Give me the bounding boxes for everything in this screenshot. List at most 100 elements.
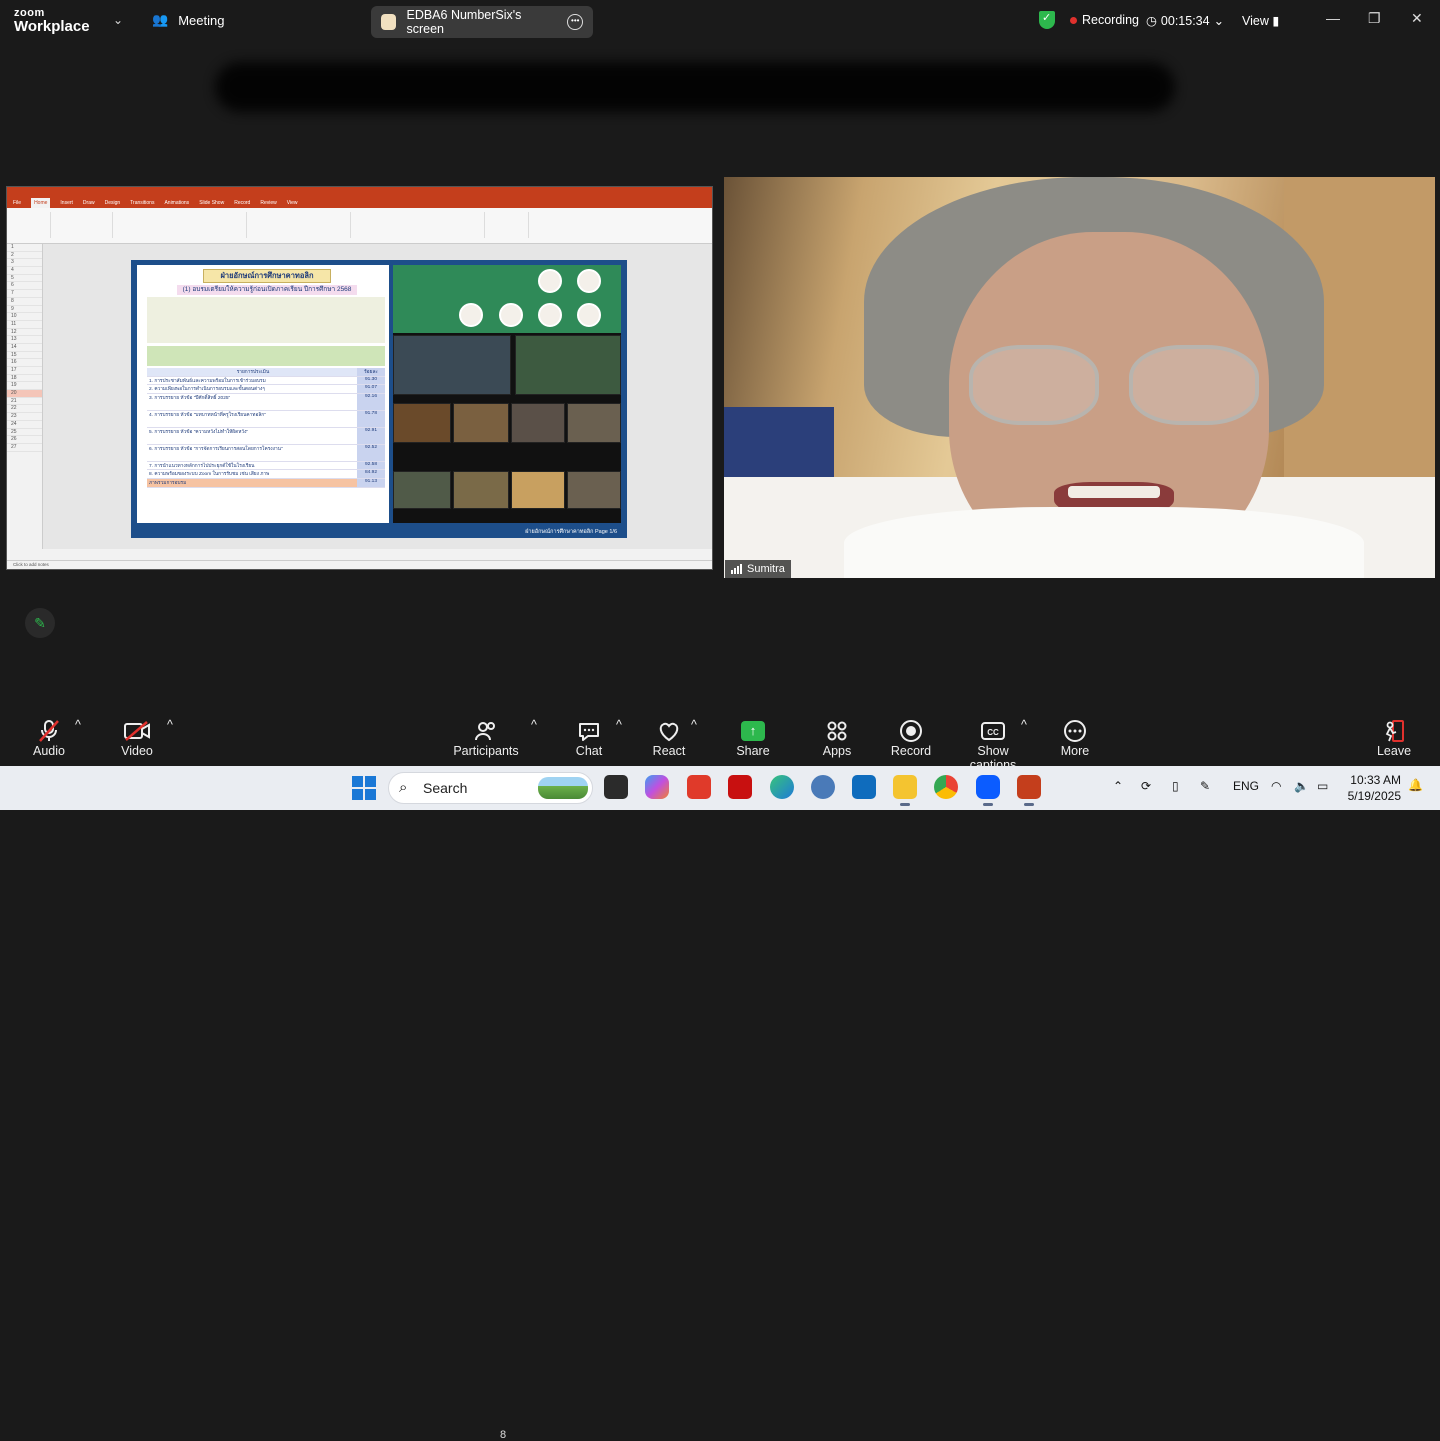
search-icon: ⌕ <box>399 779 408 796</box>
close-icon[interactable]: ✕ <box>1411 10 1423 27</box>
leave-button[interactable]: Leave <box>1376 718 1412 758</box>
speaker-photo <box>538 303 562 327</box>
sync-icon[interactable]: ⟳ <box>1141 779 1151 793</box>
thumb: 27 <box>7 444 42 452</box>
chat-label: Chat <box>575 744 603 758</box>
zoom-logo: zoom Workplace <box>14 6 90 34</box>
thumb: 1 <box>7 244 42 252</box>
wifi-icon[interactable]: ◠ <box>1271 779 1281 793</box>
apps-button[interactable]: Apps <box>820 718 854 758</box>
glasses-lens <box>969 345 1099 425</box>
language-indicator[interactable]: ENG <box>1233 779 1259 793</box>
battery-icon[interactable]: ▭ <box>1317 779 1328 793</box>
top-bar: zoom Workplace ⌄ 👥 Meeting EDBA6 NumberS… <box>0 0 1440 42</box>
ppt-tab-insert: Insert <box>60 200 73 206</box>
thumb: 9 <box>7 306 42 314</box>
apps-label: Apps <box>822 744 852 758</box>
table-header-right: ร้อยละ <box>357 368 385 376</box>
record-dot-icon <box>1070 16 1077 24</box>
react-options-caret[interactable]: ^ <box>691 718 697 732</box>
chat-button[interactable]: Chat <box>572 718 606 758</box>
audio-button[interactable]: Audio <box>28 718 70 758</box>
ppt-tab-animations: Animations <box>164 200 190 206</box>
task-view-icon[interactable] <box>604 775 628 799</box>
taskbar-clock[interactable]: 10:33 AM 5/19/2025 <box>1345 772 1401 804</box>
captions-options-caret[interactable]: ^ <box>1021 718 1027 732</box>
file-explorer-icon[interactable] <box>893 775 917 806</box>
photo-grid <box>393 335 621 523</box>
share-button[interactable]: ↑ Share <box>734 718 772 758</box>
row-value: 84.92 <box>357 470 385 478</box>
clock-time: 10:33 AM <box>1350 773 1401 787</box>
people-icon: 👥 <box>152 12 169 27</box>
ppt-tab-view: View <box>286 200 298 206</box>
audio-options-caret[interactable]: ^ <box>75 718 81 732</box>
windows-start-icon[interactable] <box>352 776 376 800</box>
outlook-icon[interactable] <box>852 775 876 799</box>
speaker-photo <box>577 269 601 293</box>
photo <box>567 471 621 509</box>
copilot-icon[interactable] <box>645 775 669 799</box>
react-button[interactable]: React <box>650 718 688 758</box>
speaker-photo <box>577 303 601 327</box>
network-app-icon[interactable] <box>811 775 835 799</box>
volume-icon[interactable]: 🔈 <box>1294 779 1309 793</box>
restore-icon[interactable]: ❐ <box>1368 10 1381 27</box>
meeting-info-button[interactable]: 👥 Meeting <box>152 12 224 28</box>
meeting-timer[interactable]: ◷ 00:15:34 ⌄ <box>1146 13 1225 29</box>
table-row: 8. ความพร้อมของระบบ Zoom ในการรับชม เช่น… <box>147 470 385 479</box>
video-options-caret[interactable]: ^ <box>167 718 173 732</box>
more-button[interactable]: More <box>1058 718 1092 758</box>
record-button[interactable]: Record <box>890 718 932 758</box>
slide-left-panel: ฝ่ายอักษณ์การศึกษาคาทอลิก (1) อบรมเตรียม… <box>137 265 389 523</box>
photo <box>453 471 509 509</box>
participants-label: Participants <box>453 744 519 758</box>
security-shield-icon[interactable] <box>1039 11 1055 29</box>
more-options-icon[interactable]: ••• <box>567 14 583 30</box>
pen-icon[interactable]: ✎ <box>1200 779 1210 793</box>
taskbar-search[interactable]: ⌕ Search <box>388 772 593 804</box>
minimize-icon[interactable]: — <box>1326 10 1340 26</box>
table-row: 3. การบรรยาย หัวข้อ "ปีศักดิ์สิทธิ์ 2025… <box>147 393 385 411</box>
thumb: 18 <box>7 375 42 383</box>
thumb: 2 <box>7 252 42 260</box>
ppt-tab-record: Record <box>234 200 251 206</box>
recording-indicator[interactable]: Recording <box>1070 13 1139 27</box>
chrome-icon[interactable] <box>934 775 958 799</box>
camera-off-icon <box>115 718 159 744</box>
shared-screen-label: EDBA6 NumberSix's screen <box>406 8 522 36</box>
chevron-down-icon[interactable]: ⌄ <box>113 13 123 27</box>
notification-bell-icon[interactable]: 🔔 <box>1408 778 1423 792</box>
speaker-banner <box>393 265 621 333</box>
share-icon-wrap: ↑ <box>734 718 772 744</box>
recording-label: Recording <box>1082 13 1139 27</box>
tray-overflow-icon[interactable]: ⌃ <box>1113 779 1123 793</box>
participants-button[interactable]: Participants <box>450 718 522 758</box>
shared-screen-pill[interactable]: EDBA6 NumberSix's screen ••• <box>371 6 593 38</box>
zoom-app-icon[interactable] <box>976 775 1000 806</box>
thumb: 3 <box>7 259 42 268</box>
video-button[interactable]: Video <box>115 718 159 758</box>
more-icon <box>1058 718 1092 744</box>
view-button[interactable]: View ▮ <box>1242 13 1279 28</box>
evaluation-table: รายการประเมิน ร้อยละ 1. การประชาสัมพันธ์… <box>147 368 385 488</box>
participants-options-caret[interactable]: ^ <box>531 718 537 732</box>
ribbon-group <box>489 212 529 238</box>
annotate-pencil-icon[interactable]: ✎ <box>25 608 55 638</box>
chevron-down-icon: ⌄ <box>1213 14 1225 28</box>
logo-line2: Workplace <box>14 18 90 35</box>
table-row: 1. การประชาสัมพันธ์และความพร้อมในการเข้า… <box>147 376 385 386</box>
thumb: 26 <box>7 436 42 444</box>
search-highlight-icon <box>538 777 588 799</box>
row-value: 91.30 <box>357 376 385 385</box>
powerpoint-icon[interactable] <box>1017 775 1041 806</box>
anydesk-icon[interactable] <box>687 775 711 799</box>
edge-icon[interactable] <box>770 775 794 799</box>
usb-icon[interactable]: ▯ <box>1172 779 1179 793</box>
heart-icon <box>650 718 688 744</box>
windows-taskbar: ⌕ Search ⌃ ⟳ ▯ ✎ ENG ◠ 🔈 ▭ 10:33 AM 5/19… <box>0 766 1440 810</box>
chat-options-caret[interactable]: ^ <box>616 718 622 732</box>
adobe-acrobat-icon[interactable] <box>728 775 752 799</box>
participant-video[interactable] <box>724 177 1435 578</box>
table-header-row: รายการประเมิน ร้อยละ <box>147 368 385 377</box>
